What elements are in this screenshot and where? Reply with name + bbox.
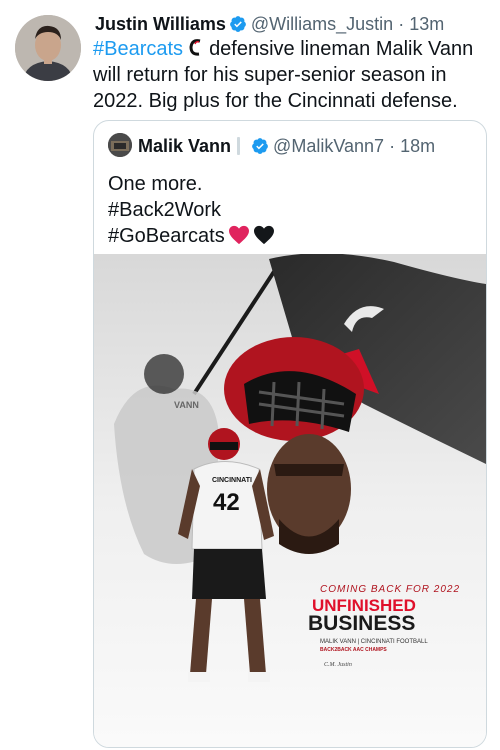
quoted-tweet-header: Malik Vann @MalikVann7 · 18m (108, 133, 476, 162)
jersey-name: VANN (174, 400, 199, 410)
red-heart-icon (228, 225, 250, 252)
hashtag-bearcats[interactable]: #Bearcats (93, 38, 183, 60)
author-name[interactable]: Justin Williams (95, 14, 226, 34)
quoted-author-flag-icon (237, 137, 241, 155)
graphic-title-line2: BUSINESS (308, 612, 415, 635)
graphic-credit: MALIK VANN | CINCINNATI FOOTBALL (320, 639, 428, 645)
tweet-text-line3: 2022. Big plus for the Cincinnati defens… (93, 90, 458, 112)
quoted-author-handle[interactable]: @MalikVann7 (273, 136, 384, 156)
author-handle[interactable]: @Williams_Justin (251, 14, 393, 34)
tweet-text: #Bearcats defensive lineman Malik Vann wi… (93, 36, 485, 114)
jersey-brand: CINCINNATI (212, 477, 252, 484)
tweet-header: Justin Williams @Williams_Justin · 13m (95, 12, 486, 39)
graphic-subtitle: COMING BACK FOR 2022 (320, 584, 460, 595)
tweet-text-line1: defensive lineman Malik Vann (209, 38, 474, 60)
quoted-author-avatar[interactable] (108, 133, 132, 157)
black-heart-icon (253, 225, 275, 252)
tweet[interactable]: Justin Williams @Williams_Justin · 13m #B… (0, 0, 500, 750)
tweet-text-line2: will return for his super-senior season … (93, 64, 447, 86)
hashtag-gobearcats[interactable]: #GoBearcats (108, 225, 225, 247)
quoted-author-name[interactable]: Malik Vann (138, 136, 231, 156)
quoted-tweet-text: One more. #Back2Work #GoBearcats (108, 171, 275, 252)
tweet-time[interactable]: 13m (409, 14, 444, 34)
promo-graphic-image[interactable]: 42 CINCINNATI VANN COMING BACK FOR 2022 … (94, 254, 486, 747)
cincinnati-c-logo-icon (187, 38, 205, 58)
separator: · (398, 14, 405, 34)
quoted-separator: · (389, 136, 396, 156)
graphic-credit-sub: BACK2BACK AAC CHAMPS (320, 647, 387, 653)
author-avatar[interactable] (15, 15, 81, 81)
quoted-verified-badge-icon (251, 136, 269, 162)
graphic-signature: C.M. Justin (324, 662, 352, 668)
quoted-tweet-time[interactable]: 18m (400, 136, 435, 156)
quoted-tweet[interactable]: Malik Vann @MalikVann7 · 18m One more. #B… (93, 120, 487, 748)
jersey-number: 42 (213, 489, 240, 516)
quoted-text-line1: One more. (108, 173, 203, 195)
hashtag-back2work[interactable]: #Back2Work (108, 197, 275, 223)
